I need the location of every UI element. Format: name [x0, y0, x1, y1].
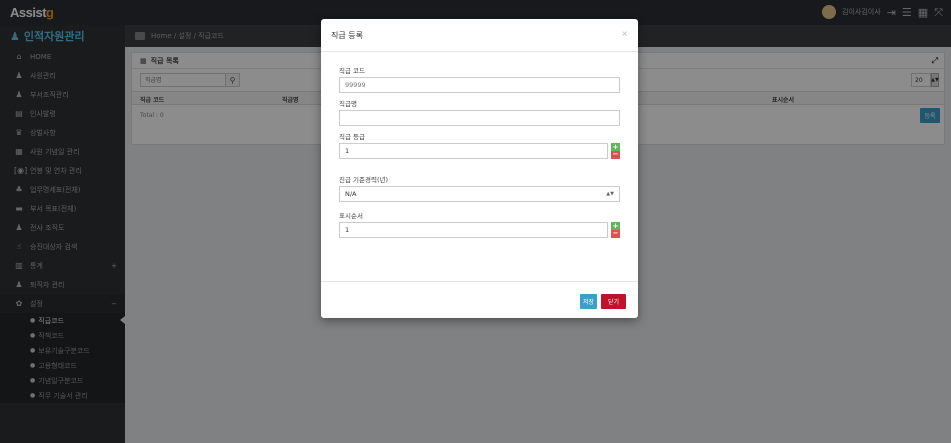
- promotion-years-label: 진급 기준경력(년): [339, 176, 388, 184]
- display-order-label: 표시순서: [339, 212, 363, 220]
- rank-grade-field[interactable]: 1: [339, 143, 608, 159]
- minus-icon[interactable]: −: [611, 230, 620, 238]
- close-button[interactable]: 닫기: [601, 294, 626, 309]
- modal-title: 직급 등록: [331, 31, 363, 40]
- display-order-stepper: + −: [611, 222, 620, 238]
- rank-grade-label: 직급 등급: [339, 133, 365, 141]
- modal-footer: 저장 닫기: [321, 281, 638, 318]
- rank-code-label: 직급 코드: [339, 67, 365, 75]
- save-button[interactable]: 저장: [580, 294, 597, 309]
- rank-code-field[interactable]: [339, 77, 620, 93]
- modal-header: 직급 등록 ×: [321, 19, 638, 52]
- chevron-updown-icon: ▲▼: [606, 191, 614, 197]
- minus-icon[interactable]: −: [611, 151, 620, 159]
- rank-name-label: 직급명: [339, 100, 357, 108]
- rank-grade-stepper: + −: [611, 143, 620, 159]
- promotion-years-select[interactable]: N/A ▲▼: [339, 186, 620, 202]
- rank-register-modal: 직급 등록 × 직급 코드 직급명 직급 등급 1 + − 진급 기준경력(년)…: [321, 19, 638, 318]
- close-icon[interactable]: ×: [621, 29, 628, 38]
- display-order-field[interactable]: 1: [339, 222, 608, 238]
- rank-name-field[interactable]: [339, 110, 620, 126]
